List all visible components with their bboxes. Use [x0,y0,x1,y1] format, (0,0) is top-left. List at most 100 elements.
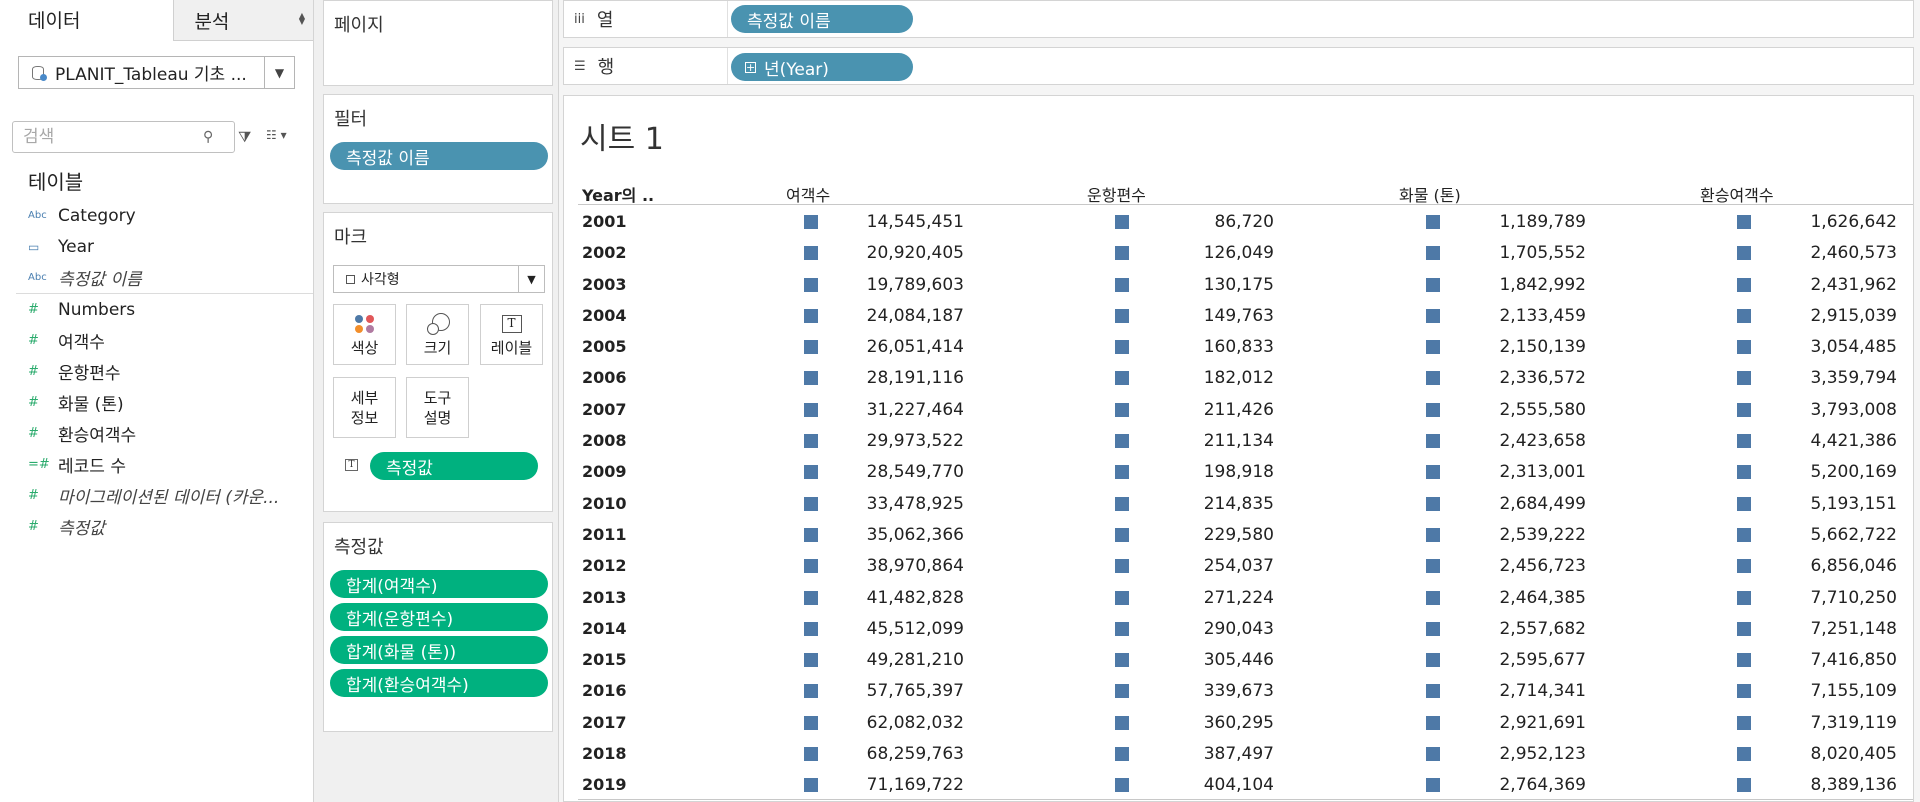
column-header[interactable]: 운항편수 [1087,182,1146,206]
field-item[interactable]: Abc 측정값 이름 [0,262,313,293]
tooltip-button[interactable]: 도구 설명 [406,377,469,438]
square-mark[interactable] [804,653,818,668]
square-mark[interactable] [1115,434,1129,449]
square-mark[interactable] [1115,246,1129,261]
field-item[interactable]: # Numbers [0,294,313,325]
square-mark[interactable] [804,215,818,229]
square-mark[interactable] [1737,277,1751,292]
square-mark[interactable] [804,465,818,480]
square-mark[interactable] [804,747,818,762]
square-mark[interactable] [1426,684,1440,699]
square-mark[interactable] [1115,215,1129,229]
year-cell[interactable]: 2005 [582,337,627,356]
square-mark[interactable] [1115,559,1129,574]
square-mark[interactable] [804,371,818,386]
square-mark[interactable] [804,590,818,605]
pages-card[interactable]: 페이지 [323,0,553,86]
square-mark[interactable] [1737,590,1751,605]
year-cell[interactable]: 2018 [582,744,627,763]
year-cell[interactable]: 2019 [582,775,627,794]
square-mark[interactable] [804,308,818,323]
year-cell[interactable]: 2012 [582,556,627,575]
year-cell[interactable]: 2014 [582,619,627,638]
square-mark[interactable] [1426,527,1440,542]
square-mark[interactable] [1426,496,1440,511]
square-mark[interactable] [1426,402,1440,417]
square-mark[interactable] [1737,621,1751,636]
field-item[interactable]: ▭ Year [0,231,313,262]
rows-shelf[interactable]: ☰ 행 + 년(Year) [563,47,1914,85]
color-button[interactable]: 색상 [333,304,396,365]
year-cell[interactable]: 2001 [582,212,627,231]
square-mark[interactable] [1115,653,1129,668]
field-item[interactable]: # 환승여객수 [0,418,313,449]
square-mark[interactable] [1115,621,1129,636]
square-mark[interactable] [1426,747,1440,762]
size-button[interactable]: 크기 [406,304,469,365]
square-mark[interactable] [804,527,818,542]
datasource-dropdown[interactable]: PLANIT_Tableau 기초 ... ▼ [18,56,295,89]
square-mark[interactable] [1737,496,1751,511]
square-mark[interactable] [1737,434,1751,449]
square-mark[interactable] [1737,778,1751,793]
square-mark[interactable] [1115,308,1129,323]
search-input[interactable] [13,127,203,147]
square-mark[interactable] [1737,308,1751,323]
rows-pill-year[interactable]: + 년(Year) [731,53,913,81]
tab-analysis[interactable]: 분석 ▲ ▼ [173,0,313,41]
square-mark[interactable] [804,340,818,355]
square-mark[interactable] [804,402,818,417]
square-mark[interactable] [1115,277,1129,292]
square-mark[interactable] [804,496,818,511]
square-mark[interactable] [1115,496,1129,511]
square-mark[interactable] [804,778,818,793]
square-mark[interactable] [1426,434,1440,449]
square-mark[interactable] [1426,715,1440,730]
view-options-icon[interactable]: ☷ ▾ [266,128,287,142]
column-header-year[interactable]: Year의 .. [582,182,654,206]
square-mark[interactable] [1426,590,1440,605]
square-mark[interactable] [1115,465,1129,480]
field-item[interactable]: # 운항편수 [0,356,313,387]
square-mark[interactable] [1737,653,1751,668]
square-mark[interactable] [1426,621,1440,636]
square-mark[interactable] [804,715,818,730]
measure-pill[interactable]: 합계(화물 (톤)) [330,636,548,664]
square-mark[interactable] [1426,371,1440,386]
square-mark[interactable] [1737,684,1751,699]
square-mark[interactable] [1426,559,1440,574]
year-cell[interactable]: 2011 [582,525,627,544]
year-cell[interactable]: 2015 [582,650,627,669]
square-mark[interactable] [804,684,818,699]
square-mark[interactable] [1115,590,1129,605]
detail-button[interactable]: 세부 정보 [333,377,396,438]
field-item[interactable]: # 측정값 [0,511,313,542]
year-cell[interactable]: 2003 [582,275,627,294]
measure-pill[interactable]: 합계(여객수) [330,570,548,598]
year-cell[interactable]: 2013 [582,588,627,607]
square-mark[interactable] [1426,465,1440,480]
square-mark[interactable] [1115,371,1129,386]
field-item[interactable]: # 여객수 [0,325,313,356]
square-mark[interactable] [1115,402,1129,417]
filter-icon[interactable]: ⧩ [238,128,251,146]
year-cell[interactable]: 2008 [582,431,627,450]
square-mark[interactable] [1737,246,1751,261]
year-cell[interactable]: 2007 [582,400,627,419]
square-mark[interactable] [1737,559,1751,574]
mark-type-dropdown[interactable]: 사각형 ▼ [333,265,545,293]
year-cell[interactable]: 2009 [582,462,627,481]
field-item[interactable]: # 화물 (톤) [0,387,313,418]
year-cell[interactable]: 2002 [582,243,627,262]
column-header[interactable]: 화물 (톤) [1399,182,1461,206]
label-button[interactable]: T 레이블 [480,304,543,365]
square-mark[interactable] [804,559,818,574]
filters-card[interactable]: 필터 측정값 이름 [323,94,553,204]
chevron-down-icon[interactable]: ▼ [518,266,544,292]
square-mark[interactable] [1426,653,1440,668]
columns-shelf[interactable]: iii 열 측정값 이름 [563,0,1914,38]
square-mark[interactable] [1115,527,1129,542]
column-header[interactable]: 환승여객수 [1700,182,1774,206]
square-mark[interactable] [1737,747,1751,762]
field-item[interactable]: =# 레코드 수 [0,449,313,480]
